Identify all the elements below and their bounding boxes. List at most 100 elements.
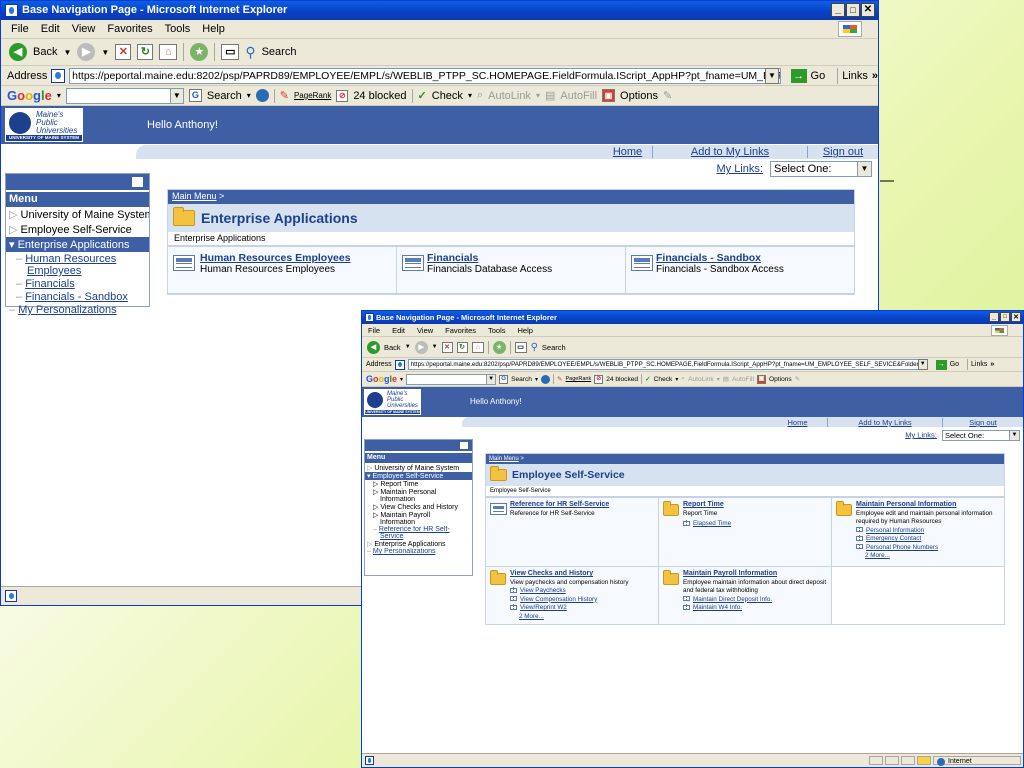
menu-item-human-resources[interactable]: – Human Resources [6, 252, 149, 265]
refresh-icon[interactable]: ↻ [137, 44, 154, 60]
forward-dropdown-icon[interactable]: ▼ [432, 344, 438, 350]
search-dropdown-icon[interactable]: ▾ [247, 91, 251, 100]
links-label[interactable]: Links [842, 70, 868, 82]
print-icon[interactable]: ▭ [514, 341, 527, 353]
highlight-icon[interactable]: ✎ [280, 89, 289, 102]
menu-file[interactable]: File [368, 326, 380, 335]
pencil-icon[interactable]: ✎ [663, 89, 672, 102]
menu-item-maintain-personal[interactable]: ▷ Maintain Personal [365, 488, 472, 496]
autolink-label[interactable]: AutoLink [488, 90, 531, 102]
app-card-title[interactable]: Human Resources Employees [200, 252, 392, 264]
menu-tools[interactable]: Tools [488, 326, 506, 335]
refresh-icon[interactable]: ↻ [456, 341, 468, 353]
menu-item-financials-sandbox[interactable]: – Financials - Sandbox [6, 290, 149, 303]
ess-sublink[interactable]: Personal Information [856, 527, 1001, 536]
ess-card-view-checks[interactable]: View Checks and History View paychecks a… [486, 567, 659, 625]
back-icon[interactable]: ◀ [9, 43, 27, 61]
stop-icon[interactable]: ✕ [115, 44, 132, 60]
chevron-right-icon[interactable]: » [990, 361, 994, 368]
app-card-financials[interactable]: Financials Financials Database Access [397, 247, 626, 294]
my-links-label[interactable]: My Links: [905, 430, 937, 439]
menu-item-financials[interactable]: – Financials [6, 277, 149, 290]
news-icon[interactable] [540, 374, 550, 384]
menu-item-maintain-payroll-cont[interactable]: Information [365, 519, 472, 526]
collapse-menu-icon[interactable] [460, 442, 468, 449]
ess-sublink[interactable]: Maintain W4 Info. [683, 604, 828, 613]
back-dropdown-icon[interactable]: ▼ [405, 344, 411, 350]
back-icon[interactable]: ◀ [367, 340, 380, 354]
ess-sublink[interactable]: Elapsed Time [683, 520, 828, 529]
menu-item-link[interactable]: Financials - Sandbox [25, 291, 128, 303]
menu-item-link[interactable]: My Personalizations [373, 548, 436, 555]
go-button-label[interactable]: Go [950, 361, 959, 368]
more-link[interactable]: 2 More... [856, 552, 1001, 561]
ess-card-report-time[interactable]: Report Time Report Time Elapsed Time [659, 498, 832, 567]
home-icon[interactable]: ⌂ [159, 44, 178, 60]
check-dropdown-icon[interactable]: ▾ [675, 376, 678, 383]
close-button[interactable]: ✕ [861, 3, 875, 17]
menu-item-link[interactable]: My Personalizations [18, 304, 116, 316]
chevron-down-icon[interactable]: ▼ [857, 162, 871, 176]
menu-favorites[interactable]: Favorites [107, 23, 152, 35]
ess-sublink[interactable]: Personal Phone Numbers [856, 544, 1001, 553]
chevron-down-icon[interactable]: ▼ [1009, 431, 1019, 440]
forward-dropdown-icon[interactable]: ▼ [101, 48, 109, 57]
back-dropdown-icon[interactable]: ▼ [63, 48, 71, 57]
my-links-select[interactable]: Select One: ▼ [770, 161, 872, 177]
main-menu-link[interactable]: Main Menu [489, 456, 519, 462]
google-menu-dropdown-icon[interactable]: ▾ [400, 376, 403, 383]
search-icon[interactable]: ⚲ [531, 342, 538, 353]
google-search-label[interactable]: Search [511, 376, 532, 383]
my-links-select[interactable]: Select One: ▼ [942, 430, 1020, 441]
menu-item-reference-hr[interactable]: – Reference for HR Self- [365, 526, 472, 533]
sign-out-link[interactable]: Sign out [943, 418, 1023, 427]
blocked-count[interactable]: 24 blocked [606, 376, 638, 383]
menu-edit[interactable]: Edit [392, 326, 405, 335]
home-icon[interactable]: ⌂ [471, 341, 484, 353]
more-link[interactable]: 2 More... [510, 613, 655, 622]
app-card-financials-sandbox[interactable]: Financials - Sandbox Financials - Sandbo… [626, 247, 854, 294]
go-icon[interactable]: → [935, 359, 947, 370]
minimize-button[interactable]: _ [989, 312, 999, 322]
go-icon[interactable]: → [790, 68, 807, 83]
menu-item-university-of-maine-system[interactable]: ▷ University of Maine System [6, 207, 149, 222]
home-link[interactable]: Home [768, 418, 828, 427]
check-label[interactable]: Check [432, 90, 463, 102]
menu-item-employees[interactable]: Employees [6, 265, 149, 277]
app-card-hr[interactable]: Human Resources Employees Human Resource… [168, 247, 397, 294]
menu-view[interactable]: View [417, 326, 433, 335]
app-card-title[interactable]: Financials - Sandbox [656, 252, 850, 264]
chevron-right-icon[interactable]: » [872, 70, 878, 82]
forward-icon[interactable]: ▶ [77, 43, 96, 61]
pencil-icon[interactable]: ✎ [795, 375, 801, 383]
menu-item-maintain-payroll[interactable]: ▷ Maintain Payroll [365, 511, 472, 519]
ess-card-title[interactable]: View Checks and History [510, 570, 655, 579]
google-search-input[interactable]: ▼ [65, 87, 184, 104]
minimize-button[interactable]: _ [831, 3, 845, 17]
address-input[interactable]: https://peportal.maine.edu:8202/psp/PAPR… [407, 359, 928, 370]
main-menu-link[interactable]: Main Menu [172, 191, 217, 201]
ess-card-title[interactable]: Maintain Payroll Information [683, 570, 828, 579]
add-to-my-links-link[interactable]: Add to My Links [828, 418, 943, 427]
autolink-label[interactable]: AutoLink [688, 376, 714, 383]
menu-item-view-checks[interactable]: ▷ View Checks and History [365, 503, 472, 511]
check-dropdown-icon[interactable]: ▾ [468, 91, 472, 100]
search-dropdown-icon[interactable]: ▾ [535, 376, 538, 383]
menu-view[interactable]: View [72, 23, 96, 35]
print-icon[interactable]: ▭ [221, 44, 240, 60]
ess-card-reference-hr[interactable]: Reference for HR Self-Service Reference … [486, 498, 659, 567]
google-logo[interactable]: Google [366, 374, 397, 384]
google-logo[interactable]: Google [7, 88, 52, 103]
search-button-label[interactable]: Search [542, 343, 566, 352]
highlight-icon[interactable]: ✎ [557, 375, 563, 383]
back-button-label[interactable]: Back [384, 343, 401, 352]
google-search-label[interactable]: Search [207, 90, 242, 102]
google-menu-dropdown-icon[interactable]: ▾ [57, 91, 61, 100]
menu-item-link[interactable]: Employees [27, 265, 81, 277]
collapse-menu-icon[interactable] [132, 177, 143, 187]
autolink-dropdown-icon[interactable]: ▾ [536, 91, 540, 100]
home-link[interactable]: Home [603, 146, 653, 158]
menu-item-enterprise-applications[interactable]: ▾ Enterprise Applications [6, 237, 149, 252]
go-button-label[interactable]: Go [811, 70, 826, 82]
options-label[interactable]: Options [620, 90, 658, 102]
